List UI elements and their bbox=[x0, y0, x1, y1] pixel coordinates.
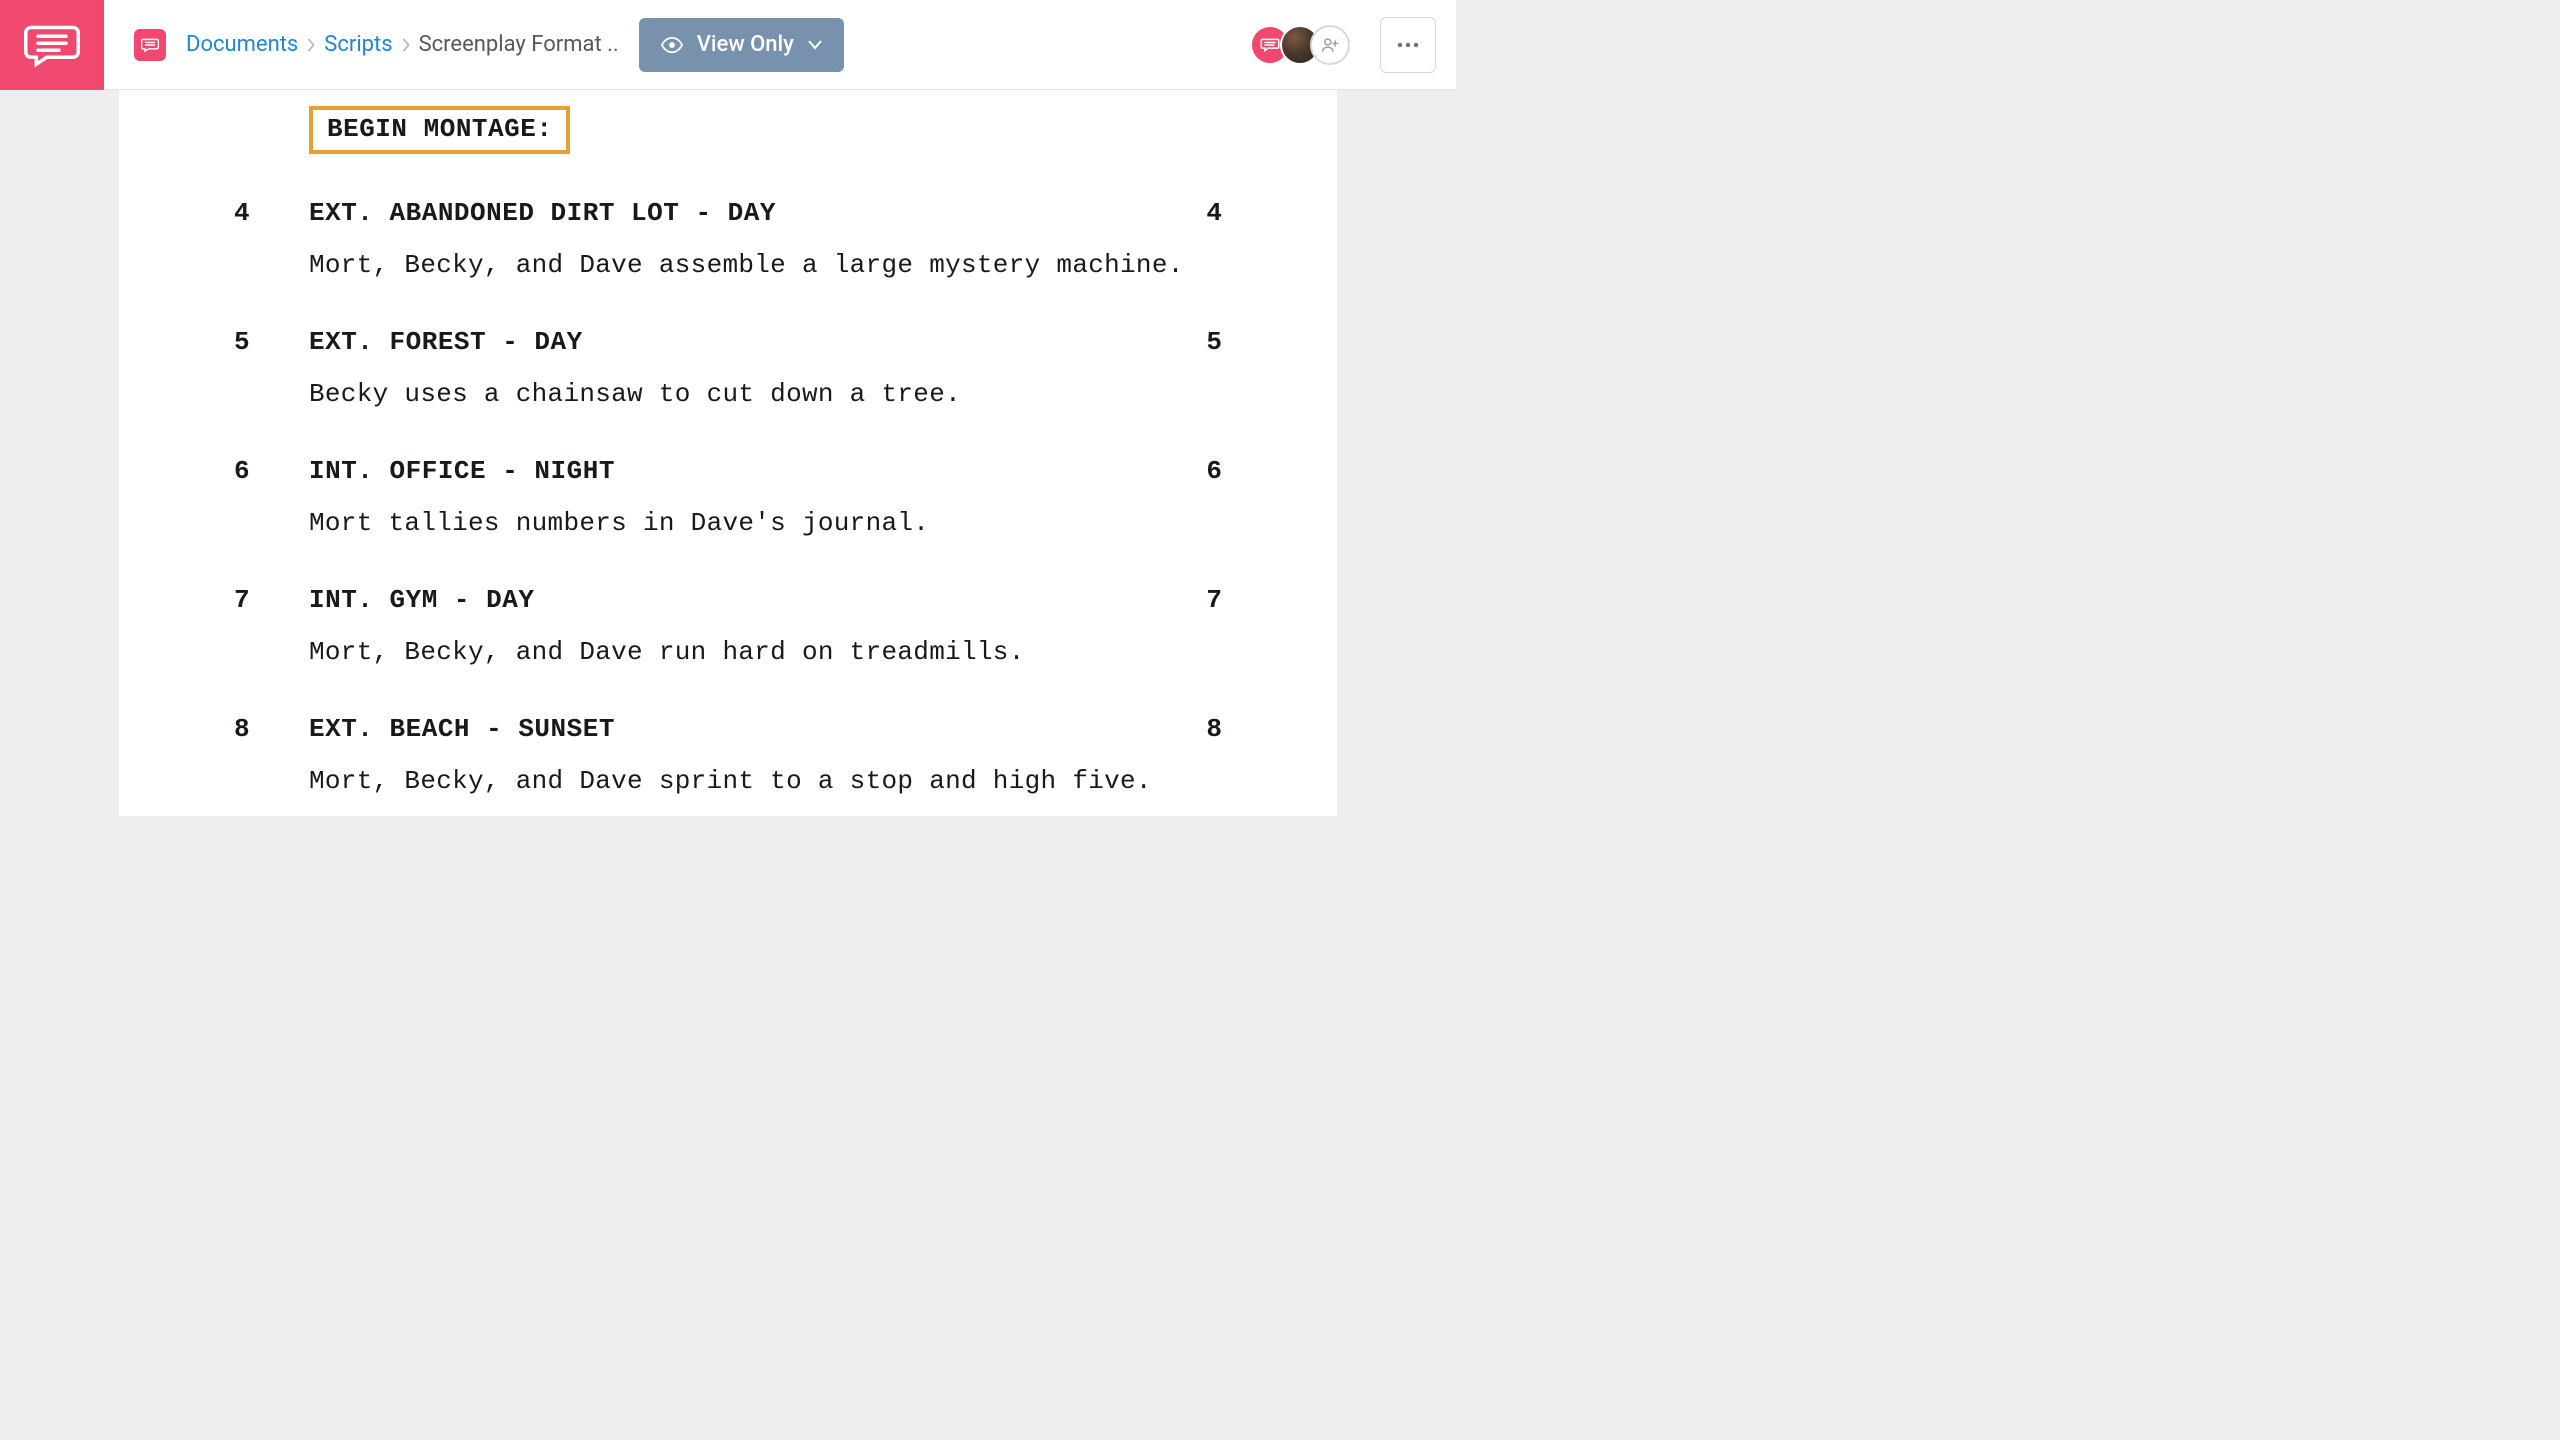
scene-action: Mort, Becky, and Dave assemble a large m… bbox=[309, 248, 1222, 283]
scene-number-right: 7 bbox=[1182, 585, 1222, 615]
scene-number-right: 5 bbox=[1182, 327, 1222, 357]
chevron-right-icon bbox=[298, 38, 324, 52]
add-user-icon bbox=[1321, 37, 1339, 53]
breadcrumb-scripts[interactable]: Scripts bbox=[324, 32, 392, 57]
chat-bubble-icon bbox=[1260, 37, 1280, 53]
scene-heading-row: 5EXT. FOREST - DAY5 bbox=[234, 327, 1222, 357]
chevron-right-icon bbox=[393, 38, 419, 52]
scene-number-right: 4 bbox=[1182, 198, 1222, 228]
scene-block: 8EXT. BEACH - SUNSET8Mort, Becky, and Da… bbox=[234, 714, 1222, 799]
scene-heading-row: 4EXT. ABANDONED DIRT LOT - DAY4 bbox=[234, 198, 1222, 228]
brand-logo[interactable] bbox=[0, 0, 104, 90]
script-page: BEGIN MONTAGE: 4EXT. ABANDONED DIRT LOT … bbox=[119, 90, 1337, 816]
scene-heading-row: 6INT. OFFICE - NIGHT6 bbox=[234, 456, 1222, 486]
scene-block: 4EXT. ABANDONED DIRT LOT - DAY4Mort, Bec… bbox=[234, 198, 1222, 283]
scene-action: Mort, Becky, and Dave sprint to a stop a… bbox=[309, 764, 1222, 799]
breadcrumb-current: Screenplay Format .. bbox=[419, 32, 619, 57]
collaborator-avatars bbox=[1250, 25, 1350, 65]
scene-heading: INT. GYM - DAY bbox=[309, 585, 1182, 615]
scene-heading: EXT. BEACH - SUNSET bbox=[309, 714, 1182, 744]
more-horizontal-icon bbox=[1397, 42, 1419, 48]
header-bar: Documents Scripts Screenplay Format .. V… bbox=[104, 0, 1456, 90]
scene-number-left: 5 bbox=[234, 327, 309, 357]
breadcrumbs: Documents Scripts Screenplay Format .. bbox=[186, 32, 619, 57]
scene-number-left: 4 bbox=[234, 198, 309, 228]
document-type-chip[interactable] bbox=[134, 29, 166, 61]
scene-heading-row: 8EXT. BEACH - SUNSET8 bbox=[234, 714, 1222, 744]
chat-bubble-icon bbox=[24, 23, 80, 67]
add-collaborator-button[interactable] bbox=[1310, 25, 1350, 65]
scene-heading: INT. OFFICE - NIGHT bbox=[309, 456, 1182, 486]
scene-number-left: 6 bbox=[234, 456, 309, 486]
scene-block: 6INT. OFFICE - NIGHT6Mort tallies number… bbox=[234, 456, 1222, 541]
view-mode-dropdown[interactable]: View Only bbox=[639, 18, 844, 72]
more-options-button[interactable] bbox=[1380, 17, 1436, 73]
scene-block: 7INT. GYM - DAY7Mort, Becky, and Dave ru… bbox=[234, 585, 1222, 670]
document-canvas: BEGIN MONTAGE: 4EXT. ABANDONED DIRT LOT … bbox=[0, 90, 1456, 816]
chat-bubble-icon bbox=[141, 38, 159, 52]
scene-number-right: 8 bbox=[1182, 714, 1222, 744]
scene-number-left: 8 bbox=[234, 714, 309, 744]
breadcrumb-documents[interactable]: Documents bbox=[186, 32, 298, 57]
scene-heading: EXT. ABANDONED DIRT LOT - DAY bbox=[309, 198, 1182, 228]
eye-icon bbox=[661, 37, 683, 53]
scene-number-left: 7 bbox=[234, 585, 309, 615]
view-mode-label: View Only bbox=[697, 32, 794, 57]
chevron-down-icon bbox=[808, 40, 822, 50]
begin-montage-marker: BEGIN MONTAGE: bbox=[309, 106, 570, 154]
scene-number-right: 6 bbox=[1182, 456, 1222, 486]
scene-block: 5EXT. FOREST - DAY5Becky uses a chainsaw… bbox=[234, 327, 1222, 412]
scene-heading: EXT. FOREST - DAY bbox=[309, 327, 1182, 357]
scene-action: Becky uses a chainsaw to cut down a tree… bbox=[309, 377, 1222, 412]
scene-heading-row: 7INT. GYM - DAY7 bbox=[234, 585, 1222, 615]
scene-action: Mort, Becky, and Dave run hard on treadm… bbox=[309, 635, 1222, 670]
scene-action: Mort tallies numbers in Dave's journal. bbox=[309, 506, 1222, 541]
